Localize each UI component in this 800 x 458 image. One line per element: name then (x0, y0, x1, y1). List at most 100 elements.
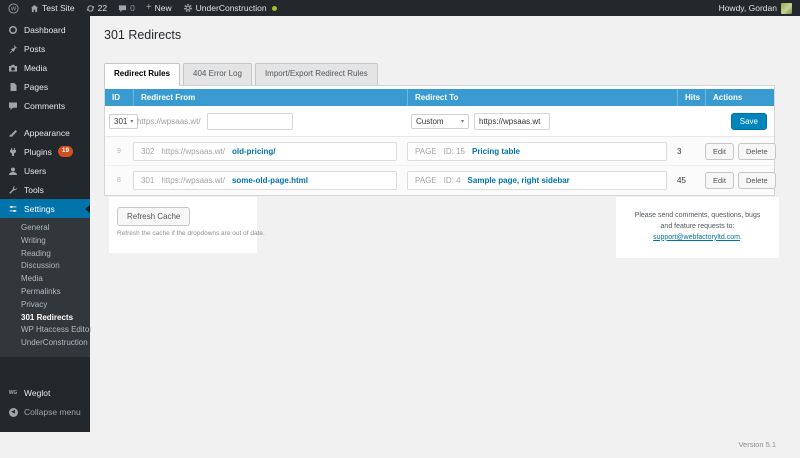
updates-count: 22 (97, 3, 108, 13)
site-name-menu[interactable]: Test Site (30, 3, 75, 13)
redirect-from-link[interactable]: some-old-page.html (232, 176, 308, 185)
delete-button[interactable]: Delete (737, 172, 776, 189)
refresh-cache-button[interactable]: Refresh Cache (117, 207, 191, 226)
sliders-icon (8, 204, 18, 214)
delete-button[interactable]: Delete (737, 142, 776, 160)
submenu-item-privacy[interactable]: Privacy (0, 299, 90, 312)
dashboard-icon (8, 25, 18, 35)
sidebar-label: Pages (24, 81, 49, 92)
sidebar-item-posts[interactable]: Posts (0, 39, 90, 58)
comments-menu[interactable]: 0 (118, 3, 135, 13)
sidebar-item-media[interactable]: Media (0, 58, 90, 77)
table-row: 8 301 https://wpsaas.wt/ some-old-page.h… (105, 166, 776, 195)
hits-count: 3 (677, 146, 682, 156)
site-url-prefix: https://wpsaas.wt/ (161, 146, 225, 156)
sidebar-item-dashboard[interactable]: Dashboard (0, 20, 90, 39)
sidebar-item-tools[interactable]: Tools (0, 180, 90, 199)
redirect-to-link[interactable]: Pricing table (472, 147, 520, 156)
tab-import-export[interactable]: Import/Export Redirect Rules (254, 63, 378, 85)
gear-icon (183, 3, 193, 13)
sidebar-item-settings[interactable]: Settings (0, 199, 90, 218)
collapse-menu-label: Collapse menu (24, 407, 81, 418)
redirect-from-link[interactable]: old-pricing/ (232, 147, 276, 156)
redirect-from-cell: 301 https://wpsaas.wt/ some-old-page.htm… (133, 171, 397, 190)
redirect-to-type-value: Custom (416, 116, 444, 126)
redirect-rules-table: ID Redirect From Redirect To Hits Action… (104, 85, 776, 196)
support-panel: Please send comments, questions, bugs an… (616, 197, 779, 258)
column-header-hits: Hits (677, 89, 705, 106)
submenu-item-discussion[interactable]: Discussion (0, 260, 90, 273)
submenu-item-301-redirects[interactable]: 301 Redirects (0, 312, 90, 325)
howdy-menu[interactable]: Howdy, Gordan (719, 3, 777, 13)
underconstruction-toolbar-menu[interactable]: UnderConstruction (183, 3, 277, 13)
tab-404-error-log[interactable]: 404 Error Log (183, 63, 252, 85)
howdy-label: Howdy, Gordan (718, 3, 777, 13)
admin-bar: W Test Site 22 0 + New UnderConstruction… (0, 0, 800, 16)
submenu-item-wp-htaccess-editor[interactable]: WP Htaccess Editor (0, 324, 92, 337)
redirect-from-input[interactable] (206, 112, 293, 130)
page-title: 301 Redirects (104, 28, 182, 42)
redirect-target-id: ID: 4 (443, 176, 461, 185)
new-content-menu[interactable]: + New (146, 3, 172, 14)
table-row: 9 302 https://wpsaas.wt/ old-pricing/ PA… (105, 137, 776, 166)
submenu-item-reading[interactable]: Reading (0, 248, 90, 261)
pin-icon (8, 44, 18, 54)
row-id: 9 (117, 147, 121, 155)
edit-button[interactable]: Edit (705, 172, 734, 189)
page-icon (8, 82, 18, 92)
sidebar-label: Dashboard (24, 24, 66, 35)
sidebar-item-appearance[interactable]: Appearance (0, 123, 90, 142)
underconstruction-toolbar-label: UnderConstruction (195, 3, 267, 13)
sidebar-item-weglot[interactable]: WG Weglot (0, 384, 90, 403)
submenu-item-general[interactable]: General (0, 222, 90, 235)
row-id: 8 (117, 177, 121, 184)
updates-icon (86, 4, 95, 13)
redirect-to-cell: PAGE ID: 15 Pricing table (407, 141, 667, 161)
redirect-from-cell: 302 https://wpsaas.wt/ old-pricing/ (133, 141, 397, 161)
sidebar-item-users[interactable]: Users (0, 161, 90, 180)
collapse-menu-button[interactable]: ◀ Collapse menu (0, 403, 90, 422)
updates-menu[interactable]: 22 (86, 3, 107, 13)
column-header-actions: Actions (705, 89, 774, 106)
redirect-to-input[interactable] (474, 112, 550, 130)
support-text-line1: Please send comments, questions, bugs (634, 212, 761, 220)
sidebar-label: Settings (24, 203, 55, 214)
avatar[interactable] (781, 2, 792, 14)
save-button[interactable]: Save (730, 112, 767, 130)
wordpress-logo-menu[interactable]: W (8, 2, 19, 14)
submenu-item-permalinks[interactable]: Permalinks (0, 286, 90, 299)
sidebar-item-pages[interactable]: Pages (0, 77, 90, 96)
site-name-label: Test Site (42, 3, 75, 13)
wordpress-logo-icon: W (8, 2, 19, 14)
sidebar-label: Posts (24, 43, 46, 54)
support-email-link[interactable]: support@webfactoryltd.com (653, 234, 740, 241)
submenu-item-media[interactable]: Media (0, 273, 90, 286)
sidebar-item-plugins[interactable]: Plugins 19 (0, 142, 90, 161)
tab-redirect-rules[interactable]: Redirect Rules (104, 63, 181, 86)
refresh-cache-panel: Refresh Cache Refresh the cache if the d… (109, 197, 265, 253)
submenu-item-underconstruction[interactable]: UnderConstruction (0, 337, 90, 350)
chevron-down-icon: ▾ (460, 118, 464, 125)
wrench-icon (8, 185, 18, 195)
weglot-icon: WG (8, 390, 18, 397)
sidebar-label: Tools (24, 184, 44, 195)
sidebar-label: Media (24, 62, 48, 73)
sidebar-label: Appearance (24, 127, 70, 138)
redirect-to-link[interactable]: Sample page, right sidebar (468, 176, 570, 185)
sidebar-item-comments[interactable]: Comments (0, 96, 90, 115)
column-header-redirect-to: Redirect To (407, 89, 677, 106)
sidebar-label: Users (24, 165, 47, 176)
wordpress-admin-screen: W Test Site 22 0 + New UnderConstruction… (0, 0, 800, 458)
comment-bubble-icon (8, 101, 18, 111)
comment-bubble-icon (118, 4, 127, 13)
hits-count: 45 (677, 176, 686, 185)
home-icon (30, 4, 39, 13)
edit-button[interactable]: Edit (705, 142, 734, 160)
redirect-to-type-select[interactable]: Custom ▾ (411, 113, 469, 129)
refresh-cache-caption: Refresh the cache if the dropdowns are o… (117, 230, 265, 237)
redirect-type-value: 301 (141, 176, 155, 185)
new-label: New (154, 3, 172, 13)
camera-icon (8, 63, 18, 73)
plug-icon (8, 147, 18, 157)
submenu-item-writing[interactable]: Writing (0, 235, 90, 248)
